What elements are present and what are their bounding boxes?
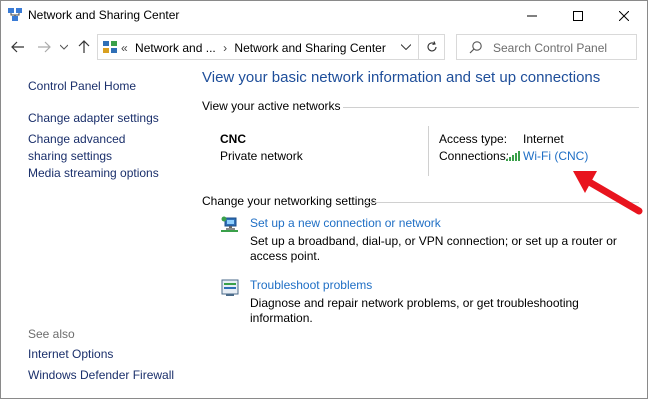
up-button[interactable] [75,38,93,56]
breadcrumb-overflow[interactable]: « [121,41,128,55]
forward-button[interactable] [35,38,53,56]
connections-label: Connections: [439,149,510,163]
wifi-signal-icon [506,151,520,161]
page-title: View your basic network information and … [202,69,601,86]
network-category: Private network [220,149,303,163]
sidebar-item-windows-defender-firewall[interactable]: Windows Defender Firewall [28,367,174,384]
chevron-down-icon [401,44,411,50]
network-sharing-center-window: Network and Sharing Center « Network and… [0,0,648,399]
address-dropdown-button[interactable] [394,35,418,59]
search-icon [469,41,482,54]
sidebar-item-control-panel-home[interactable]: Control Panel Home [28,78,136,95]
arrow-right-icon [38,41,51,53]
access-type-label: Access type: [439,132,508,146]
access-type-value: Internet [523,132,564,146]
troubleshoot-link[interactable]: Troubleshoot problems [250,278,372,292]
address-bar[interactable]: « Network and ... › Network and Sharing … [97,34,419,60]
troubleshoot-description: Diagnose and repair network problems, or… [250,296,579,325]
sidebar-item-change-advanced-sharing[interactable]: Change advanced sharing settings [28,131,168,165]
search-input[interactable]: Search Control Panel [493,41,607,55]
recent-locations-button[interactable] [58,38,70,56]
setup-connection-link[interactable]: Set up a new connection or network [250,216,441,230]
back-button[interactable] [9,38,27,56]
window-title: Network and Sharing Center [28,8,180,22]
section-divider [343,107,639,108]
control-panel-icon [102,39,118,55]
network-center-icon [7,7,23,23]
minimize-icon [527,15,537,16]
refresh-icon [427,41,437,52]
network-info-divider [428,126,429,176]
breadcrumb-separator[interactable]: › [223,41,227,55]
arrow-up-icon [78,40,90,53]
refresh-button[interactable] [419,34,445,60]
search-box[interactable]: Search Control Panel [456,34,637,60]
navigation-bar: « Network and ... › Network and Sharing … [1,30,647,64]
network-setup-icon [220,215,240,235]
close-icon [619,10,629,21]
breadcrumb: « Network and ... › Network and Sharing … [121,41,390,55]
close-button[interactable] [601,1,647,30]
setup-connection-description: Set up a broadband, dial-up, or VPN conn… [250,234,617,263]
arrow-left-icon [11,41,24,53]
see-also-heading: See also [28,327,75,341]
title-bar: Network and Sharing Center [1,1,647,30]
maximize-button[interactable] [555,1,601,30]
red-arrow-annotation [573,171,643,215]
breadcrumb-network-and-internet[interactable]: Network and ... [135,41,216,55]
sidebar-item-internet-options[interactable]: Internet Options [28,346,113,363]
minimize-button[interactable] [509,1,555,30]
change-settings-heading: Change your networking settings [202,194,377,208]
active-networks-heading: View your active networks [202,99,341,113]
breadcrumb-network-sharing-center[interactable]: Network and Sharing Center [234,41,385,55]
troubleshoot-icon [220,278,240,298]
sidebar-item-media-streaming[interactable]: Media streaming options [28,165,159,182]
main-content: View your basic network information and … [193,64,647,398]
maximize-icon [573,10,583,21]
left-pane: Control Panel Home Change adapter settin… [1,64,193,398]
network-name: CNC [220,132,246,146]
chevron-down-icon [60,44,68,50]
sidebar-item-change-adapter-settings[interactable]: Change adapter settings [28,110,159,127]
